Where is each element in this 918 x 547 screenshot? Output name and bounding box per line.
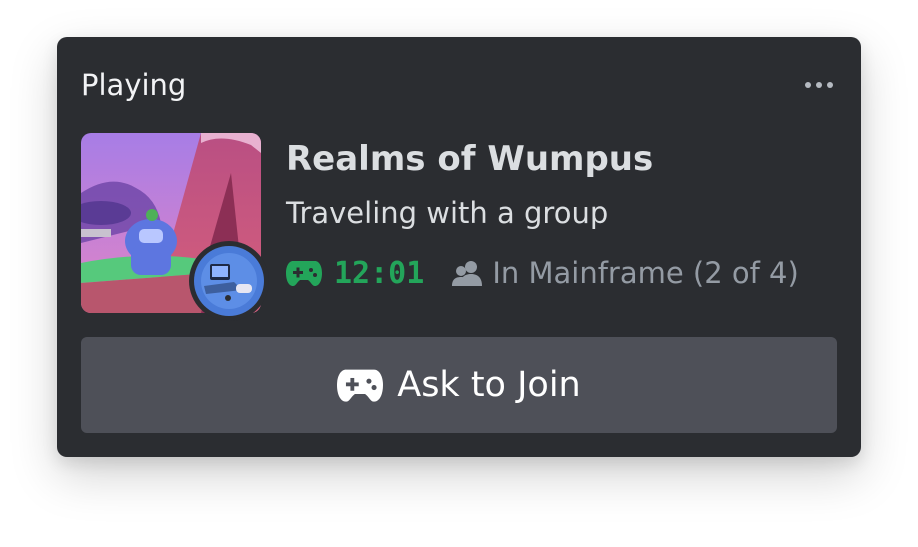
ask-to-join-label: Ask to Join bbox=[397, 365, 581, 405]
party-members-icon bbox=[452, 261, 483, 286]
ask-to-join-button[interactable]: Ask to Join bbox=[81, 337, 837, 433]
activity-header-label: Playing bbox=[81, 68, 187, 102]
platform-badge bbox=[189, 241, 269, 321]
activity-status: Traveling with a group bbox=[286, 196, 609, 230]
platform-badge-icon bbox=[194, 246, 264, 316]
party-status: In Mainframe (2 of 4) bbox=[492, 256, 799, 290]
game-title: Realms of Wumpus bbox=[286, 139, 654, 179]
activity-card: Playing Realms of Wumpus Traveling with … bbox=[57, 37, 861, 457]
gamepad-icon bbox=[337, 369, 384, 402]
activity-meta-row: 12:01 In Mainframe (2 of 4) bbox=[286, 253, 799, 293]
more-options-button[interactable] bbox=[797, 67, 841, 103]
more-options-icon bbox=[805, 82, 811, 88]
elapsed-timer: 12:01 bbox=[334, 255, 425, 291]
gamepad-icon bbox=[286, 261, 322, 286]
